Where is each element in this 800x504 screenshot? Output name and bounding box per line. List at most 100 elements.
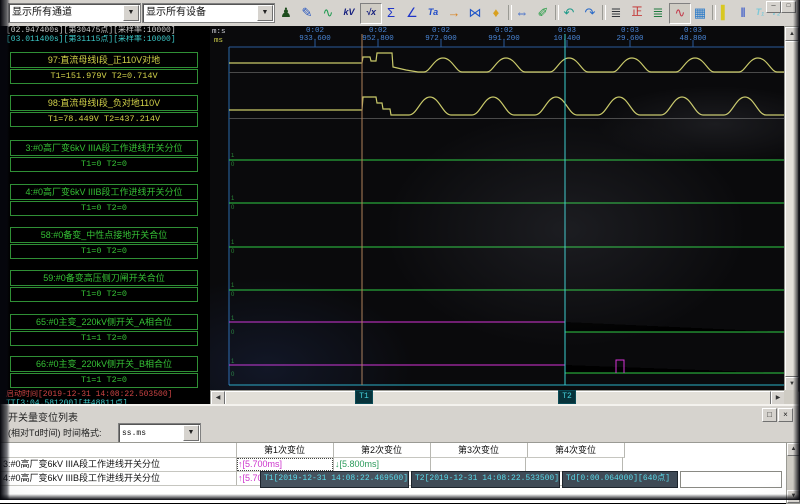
kv-icon[interactable]: kV: [339, 3, 359, 22]
scroll-up-icon[interactable]: ▲: [787, 443, 800, 456]
cursor-t1-tag[interactable]: T1: [355, 390, 373, 404]
compare-icon[interactable]: ⋈: [465, 3, 485, 22]
device-filter-select[interactable]: 显示所有设备 ▼: [142, 3, 275, 23]
chevron-down-icon[interactable]: ▼: [123, 5, 139, 21]
svg-text:0: 0: [231, 205, 235, 211]
timeline-ruler: [229, 40, 784, 47]
channel-values: T1=0 T2=0: [10, 201, 198, 216]
scroll-up-icon[interactable]: ▲: [785, 27, 799, 41]
event-table-scrollbar[interactable]: ▲ ▼: [786, 442, 800, 504]
chevron-down-icon[interactable]: ▼: [257, 5, 273, 21]
channel-item-58[interactable]: 58:#0备变_中性点接地开关合位 T1=0 T2=0: [10, 227, 198, 259]
zero-reference-lines: [229, 73, 784, 119]
time-format-select[interactable]: ss.ms ▼: [118, 423, 201, 443]
grid-icon[interactable]: ▦: [690, 3, 710, 22]
svg-text:1: 1: [231, 196, 235, 202]
scrollbar-corner: [784, 390, 798, 404]
scroll-left-icon[interactable]: ◀: [211, 391, 225, 405]
channel-item-3[interactable]: 3:#0高厂变6kV IIIA段工作进线开关分位 T1=0 T2=0: [10, 140, 198, 172]
trace-ch98: [229, 97, 784, 115]
cursor-t2-info: [03.011400s][第31115点][采样率:10000]: [6, 35, 206, 44]
svg-text:1: 1: [231, 359, 235, 365]
event-row-name[interactable]: 4:#0高厂变6kV IIIB段工作进线开关分位: [0, 471, 237, 486]
edit-icon[interactable]: ✎: [297, 3, 317, 22]
channel-item-59[interactable]: 59:#0备变高压侧刀闸开关合位 T1=0 T2=0: [10, 270, 198, 302]
wave-icon[interactable]: ∿: [318, 3, 338, 22]
channel-label: 4:#0高厂变6kV IIIB段工作进线开关分位: [10, 184, 198, 200]
trace-digital-low: [229, 160, 784, 290]
channel-label: 3:#0高厂变6kV IIIA段工作进线开关分位: [10, 140, 198, 156]
event-table-header: 第3次变位: [430, 443, 528, 458]
channel-values: T1=151.979V T2=0.714V: [10, 69, 198, 84]
event-row-name[interactable]: 3:#0高厂变6kV IIIA段工作进线开关分位: [0, 457, 237, 472]
minimize-button[interactable]: ─: [766, 1, 781, 13]
app-window: 显示所有通道 ▼ 显示所有设备 ▼ ♟ ✎ ∿ kV √x Σ ∠ Ta → ⋈…: [0, 0, 800, 500]
channel-list-icon[interactable]: ≣: [648, 3, 668, 22]
fault-wave-icon[interactable]: ∿: [669, 3, 691, 24]
status-td-delta: Td[0:00.064000][640点]: [562, 471, 678, 488]
channel-values: T1=1 T2=0: [10, 331, 198, 346]
toolbar: 显示所有通道 ▼ 显示所有设备 ▼ ♟ ✎ ∿ kV √x Σ ∠ Ta → ⋈…: [0, 0, 800, 27]
svg-text:0: 0: [231, 372, 235, 378]
jump-icon[interactable]: →: [444, 3, 464, 22]
channel-values: T1=1 T2=0: [10, 373, 198, 388]
annotate-icon[interactable]: ✐: [533, 3, 553, 22]
trace-ch65-low: [565, 322, 784, 332]
channel-item-65[interactable]: 65:#0主变_220kV侧开关_A相合位 T1=1 T2=0: [10, 314, 198, 346]
channel-label: 66:#0主变_220kV侧开关_B相合位: [10, 356, 198, 372]
svg-text:0: 0: [231, 292, 235, 298]
list-icon[interactable]: ≣: [606, 3, 626, 22]
maximize-button[interactable]: □: [781, 1, 796, 13]
angle-icon[interactable]: ∠: [402, 3, 422, 22]
fit-width-icon[interactable]: ⇔: [512, 3, 532, 22]
svg-text:0: 0: [231, 330, 235, 336]
scrollbar-thumb[interactable]: [225, 391, 771, 405]
status-t2-time: T2[2019-12-31 14:08:22.533500]: [411, 471, 560, 488]
channel-item-98[interactable]: 98:直流母线I段_负对地110V T1=78.449V T2=437.214V: [10, 95, 198, 127]
channel-panel: [02.947400s][第30475点][采样率:10000] [03.011…: [0, 26, 210, 404]
time-format-label: (相对Td时间) 时间格式:: [8, 426, 102, 439]
redo-icon[interactable]: ↷: [580, 3, 600, 22]
event-cell[interactable]: [430, 457, 526, 472]
polarity-icon[interactable]: 正: [627, 3, 647, 22]
waveform-plot: 10 10 10 10 10 10: [210, 26, 784, 390]
channel-filter-select[interactable]: 显示所有通道 ▼: [8, 3, 141, 23]
trace-ch66-low: [565, 365, 784, 373]
event-cell[interactable]: [527, 457, 623, 472]
svg-text:0: 0: [231, 249, 235, 255]
person-icon[interactable]: ♟: [276, 3, 296, 22]
scroll-down-icon[interactable]: ▼: [787, 490, 800, 503]
svg-text:1: 1: [231, 240, 235, 246]
panel-title: 开关量变位列表: [8, 409, 78, 424]
channel-item-4[interactable]: 4:#0高厂变6kV IIIB段工作进线开关分位 T1=0 T2=0: [10, 184, 198, 216]
close-icon[interactable]: ×: [778, 408, 793, 422]
scrollbar-thumb[interactable]: [785, 41, 799, 377]
sqrt-icon[interactable]: √x: [360, 3, 382, 24]
channel-item-97[interactable]: 97:直流母线I段_正110V对地 T1=151.979V T2=0.714V: [10, 52, 198, 84]
channel-label: 98:直流母线I段_负对地110V: [10, 95, 198, 111]
channel-filter-value: 显示所有通道: [12, 7, 72, 18]
sum-icon[interactable]: Σ: [381, 3, 401, 22]
channel-values: T1=0 T2=0: [10, 287, 198, 302]
channel-values: T1=0 T2=0: [10, 244, 198, 259]
channel-item-66[interactable]: 66:#0主变_220kV侧开关_B相合位 T1=1 T2=0: [10, 356, 198, 388]
marker-icon[interactable]: ♦: [486, 3, 506, 22]
waveform-area[interactable]: m:s ms 0:02933.600 0:02952.800 0:02972.0…: [210, 26, 784, 390]
event-cell[interactable]: ↓[5.800ms]: [333, 457, 431, 472]
channel-label: 59:#0备变高压侧刀闸开关合位: [10, 270, 198, 286]
event-cell[interactable]: ↑[5.700ms]: [236, 457, 334, 472]
chevron-down-icon[interactable]: ▼: [183, 425, 199, 441]
time-format-value: ss.ms: [122, 429, 146, 438]
vertical-scrollbar[interactable]: ▲ ▼: [784, 26, 800, 392]
trace-ch97: [229, 53, 784, 72]
channel-label: 65:#0主变_220kV侧开关_A相合位: [10, 314, 198, 330]
scroll-right-icon[interactable]: ▶: [771, 391, 785, 405]
cursor-t2-tag[interactable]: T2: [558, 390, 576, 404]
status-empty-field: [680, 471, 782, 488]
undo-icon[interactable]: ↶: [559, 3, 579, 22]
ta-icon[interactable]: Ta: [423, 3, 443, 22]
pin-icon[interactable]: □: [762, 408, 777, 422]
device-filter-value: 显示所有设备: [146, 7, 206, 18]
event-table-header: [0, 443, 237, 458]
scroll-down-icon[interactable]: ▼: [785, 377, 799, 391]
